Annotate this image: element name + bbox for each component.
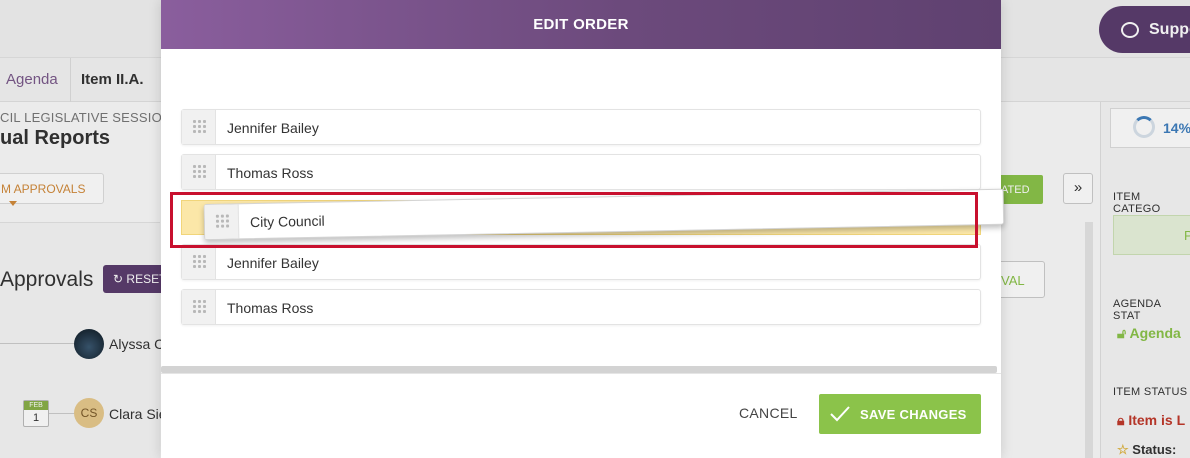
order-row-label: Thomas Ross (227, 300, 314, 316)
drag-handle[interactable] (182, 155, 216, 189)
modal-footer: CANCEL SAVE CHANGES (161, 373, 1001, 458)
order-row[interactable]: Thomas Ross (181, 154, 981, 190)
drag-handle-icon (193, 255, 207, 269)
drag-handle[interactable] (182, 245, 216, 279)
drag-handle-icon (193, 165, 207, 179)
cancel-button[interactable]: CANCEL (739, 405, 798, 421)
save-changes-button[interactable]: SAVE CHANGES (819, 394, 981, 434)
order-row[interactable]: Jennifer Bailey (181, 244, 981, 280)
order-row-label: Jennifer Bailey (227, 255, 319, 271)
horizontal-scrollbar[interactable] (161, 366, 997, 373)
drag-handle[interactable] (182, 110, 216, 144)
drag-handle[interactable] (182, 290, 216, 324)
save-changes-label: SAVE CHANGES (860, 406, 967, 422)
drag-handle-icon (193, 120, 207, 134)
order-row[interactable]: Jennifer Bailey (181, 109, 981, 145)
modal-title: EDIT ORDER (161, 0, 1001, 49)
order-row-label: Thomas Ross (227, 165, 314, 181)
order-row[interactable]: Thomas Ross (181, 289, 981, 325)
order-row-label: Jennifer Bailey (227, 120, 319, 136)
drag-highlight-box (170, 192, 978, 248)
drag-handle-icon (193, 300, 207, 314)
check-icon (830, 406, 850, 422)
